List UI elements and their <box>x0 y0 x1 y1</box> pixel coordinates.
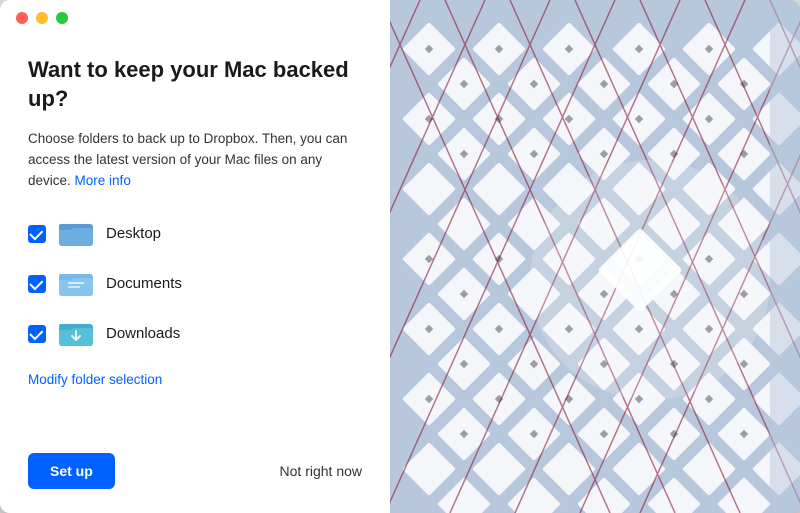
more-info-link[interactable]: More info <box>75 173 131 188</box>
not-now-button[interactable]: Not right now <box>280 463 362 479</box>
minimize-button[interactable] <box>36 12 48 24</box>
main-content: Want to keep your Mac backed up? Choose … <box>0 36 390 437</box>
downloads-folder-icon <box>58 316 94 352</box>
folder-list: Desktop Docum <box>28 216 362 352</box>
page-title: Want to keep your Mac backed up? <box>28 56 362 113</box>
desktop-checkbox[interactable] <box>28 225 46 243</box>
modify-folder-link[interactable]: Modify folder selection <box>28 372 362 387</box>
right-panel <box>390 0 800 513</box>
background-pattern <box>390 0 800 513</box>
desktop-folder-icon <box>58 216 94 252</box>
folder-item-downloads: Downloads <box>28 316 362 352</box>
folder-item-desktop: Desktop <box>28 216 362 252</box>
setup-button[interactable]: Set up <box>28 453 115 489</box>
documents-checkbox[interactable] <box>28 275 46 293</box>
title-bar <box>0 0 390 36</box>
app-window: Want to keep your Mac backed up? Choose … <box>0 0 800 513</box>
downloads-checkbox[interactable] <box>28 325 46 343</box>
maximize-button[interactable] <box>56 12 68 24</box>
description-text: Choose folders to back up to Dropbox. Th… <box>28 129 362 192</box>
close-button[interactable] <box>16 12 28 24</box>
documents-folder-icon <box>58 266 94 302</box>
footer: Set up Not right now <box>0 437 390 513</box>
left-panel: Want to keep your Mac backed up? Choose … <box>0 0 390 513</box>
downloads-label: Downloads <box>106 325 180 342</box>
desktop-label: Desktop <box>106 225 161 242</box>
documents-label: Documents <box>106 275 182 292</box>
folder-item-documents: Documents <box>28 266 362 302</box>
